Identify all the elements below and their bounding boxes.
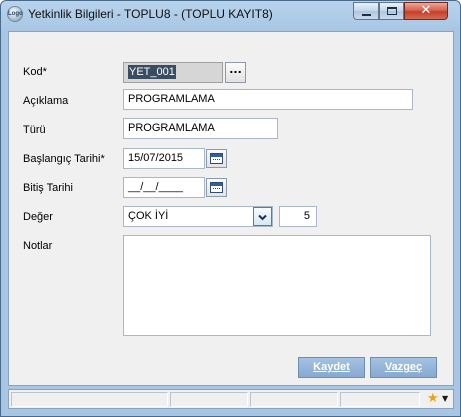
aciklama-field[interactable]: PROGRAMLAMA	[123, 89, 413, 110]
minimize-button[interactable]	[353, 2, 379, 20]
baslangic-tarihi-field[interactable]: 15/07/2015	[123, 148, 205, 169]
status-cell	[250, 392, 338, 407]
deger-label: Değer	[23, 211, 53, 223]
status-cell	[340, 392, 420, 407]
vazgec-button[interactable]: Vazgeç	[370, 357, 437, 378]
star-icon[interactable]: ★	[427, 391, 439, 407]
bitis-tarihi-label: Bitiş Tarihi	[23, 182, 73, 194]
deger-dropdown-button[interactable]	[253, 207, 272, 226]
app-logo-icon[interactable]: Logo	[7, 6, 23, 22]
baslangic-calendar-button[interactable]	[206, 149, 227, 168]
deger-select[interactable]: ÇOK İYİ	[123, 206, 273, 227]
status-cell	[11, 392, 168, 407]
form-panel: Kod* YET_001 ... Açıklama PROGRAMLAMA Tü…	[8, 31, 454, 386]
status-bar: ★ ▼	[8, 389, 454, 409]
close-icon: ✕	[420, 3, 432, 18]
turu-label: Türü	[23, 124, 46, 136]
caret-down-icon[interactable]: ▼	[442, 393, 448, 405]
calendar-icon	[210, 182, 223, 193]
kaydet-button[interactable]: Kaydet	[298, 357, 365, 378]
status-cell	[170, 392, 248, 407]
maximize-icon	[387, 7, 397, 15]
kod-label: Kod*	[23, 66, 47, 78]
kod-lookup-button[interactable]: ...	[225, 62, 246, 83]
calendar-icon	[210, 153, 223, 164]
window-title: Yetkinlik Bilgileri - TOPLU8 - (TOPLU KA…	[28, 7, 273, 21]
bitis-tarihi-field[interactable]: __/__/____	[123, 177, 205, 198]
baslangic-tarihi-label: Başlangıç Tarihi*	[23, 153, 105, 165]
turu-field[interactable]: PROGRAMLAMA	[123, 118, 278, 139]
kod-field[interactable]: YET_001	[123, 62, 223, 83]
minimize-icon	[362, 14, 371, 16]
title-bar[interactable]: Logo Yetkinlik Bilgileri - TOPLU8 - (TOP…	[1, 1, 460, 30]
notlar-label: Notlar	[23, 240, 53, 252]
deger-number-field[interactable]: 5	[279, 206, 317, 227]
chevron-down-icon	[258, 213, 267, 222]
aciklama-label: Açıklama	[23, 95, 69, 107]
close-button[interactable]: ✕	[404, 2, 448, 20]
maximize-button[interactable]	[379, 2, 404, 20]
notlar-textarea[interactable]	[123, 235, 431, 336]
bitis-calendar-button[interactable]	[206, 178, 227, 197]
application-window: Logo Yetkinlik Bilgileri - TOPLU8 - (TOP…	[0, 0, 461, 417]
kod-value: YET_001	[128, 65, 176, 79]
